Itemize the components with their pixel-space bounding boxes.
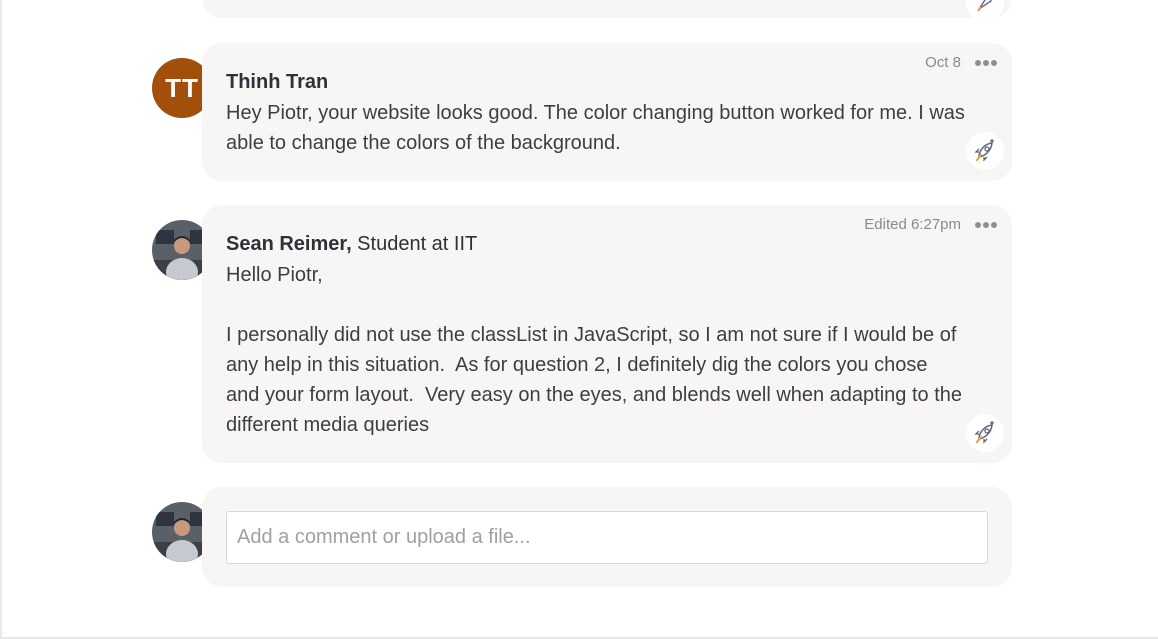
rocket-icon — [974, 421, 994, 444]
comment-card: Edited 6:27pm Sean Reimer, Student at II… — [202, 205, 1012, 463]
comment-author: Thinh Tran — [226, 71, 328, 94]
comment-timestamp: Edited 6:27pm — [864, 216, 961, 233]
rocket-icon — [977, 0, 992, 12]
rocket-icon — [974, 139, 994, 162]
comment-input[interactable] — [226, 511, 988, 564]
comment-author: Sean Reimer, Student at IIT — [226, 233, 477, 256]
avatar-initials: TT — [165, 72, 199, 103]
previous-comment-card — [202, 0, 1012, 22]
reaction-button[interactable] — [966, 414, 1004, 452]
comment-body: Hello Piotr, I personally did not use th… — [226, 264, 963, 436]
author-name[interactable]: Sean Reimer, — [226, 233, 352, 255]
comment-card: Oct 8 Thinh Tran Hey Piotr, your website… — [202, 43, 1012, 181]
more-horizontal-icon[interactable] — [974, 220, 998, 230]
comment-body: Hey Piotr, your website looks good. The … — [226, 102, 971, 154]
reaction-button[interactable] — [966, 132, 1004, 170]
author-name[interactable]: Thinh Tran — [226, 71, 328, 93]
author-role: Student at IIT — [351, 233, 478, 255]
compose-card — [202, 487, 1012, 587]
more-horizontal-icon[interactable] — [974, 58, 998, 68]
comment-timestamp: Oct 8 — [925, 54, 961, 71]
